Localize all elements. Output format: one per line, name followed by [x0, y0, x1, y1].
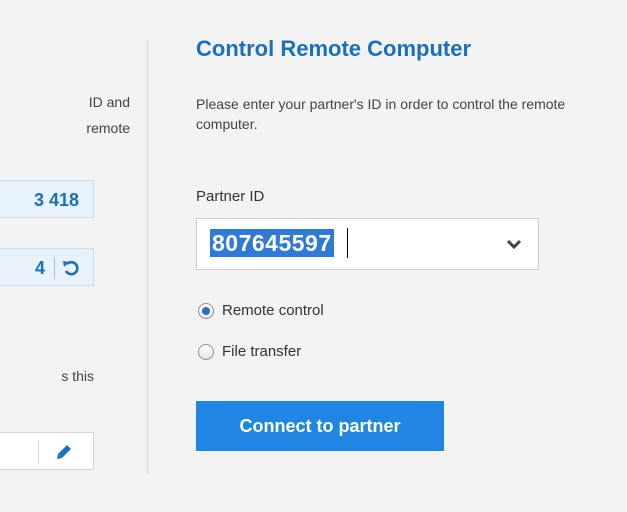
- file-transfer-option[interactable]: File transfer: [198, 343, 301, 360]
- file-transfer-radio[interactable]: [198, 343, 214, 360]
- password-box[interactable]: 4: [0, 248, 94, 286]
- pencil-icon[interactable]: [54, 442, 74, 462]
- left-panel-text-1: ID and: [88, 94, 130, 110]
- remote-control-radio[interactable]: [198, 302, 214, 319]
- your-id-value: 3 418: [33, 190, 79, 210]
- allow-remote-control-panel: ID and remote 3 418 4 s this: [0, 0, 148, 512]
- panel-divider: [147, 40, 148, 475]
- partner-id-label: Partner ID: [196, 188, 265, 205]
- partner-id-value: 807645597: [210, 229, 334, 257]
- remote-control-option[interactable]: Remote control: [198, 302, 324, 319]
- personal-password-field[interactable]: [0, 432, 94, 470]
- remote-control-label: Remote control: [222, 302, 324, 319]
- control-remote-title: Control Remote Computer: [196, 36, 471, 61]
- your-id-box[interactable]: 3 418: [0, 180, 94, 218]
- refresh-icon[interactable]: [60, 257, 82, 279]
- field-separator: [38, 441, 39, 463]
- control-remote-description: Please enter your partner's ID in order …: [196, 96, 566, 132]
- password-separator: [54, 257, 55, 279]
- left-panel-text-3: s this: [61, 368, 94, 384]
- connect-to-partner-button[interactable]: Connect to partner: [196, 401, 444, 451]
- password-value: 4: [34, 258, 45, 278]
- left-panel-text-2: remote: [86, 120, 130, 136]
- text-cursor: [347, 228, 348, 258]
- chevron-down-icon[interactable]: [506, 238, 522, 250]
- file-transfer-label: File transfer: [222, 343, 302, 360]
- partner-id-input[interactable]: 807645597: [196, 218, 539, 270]
